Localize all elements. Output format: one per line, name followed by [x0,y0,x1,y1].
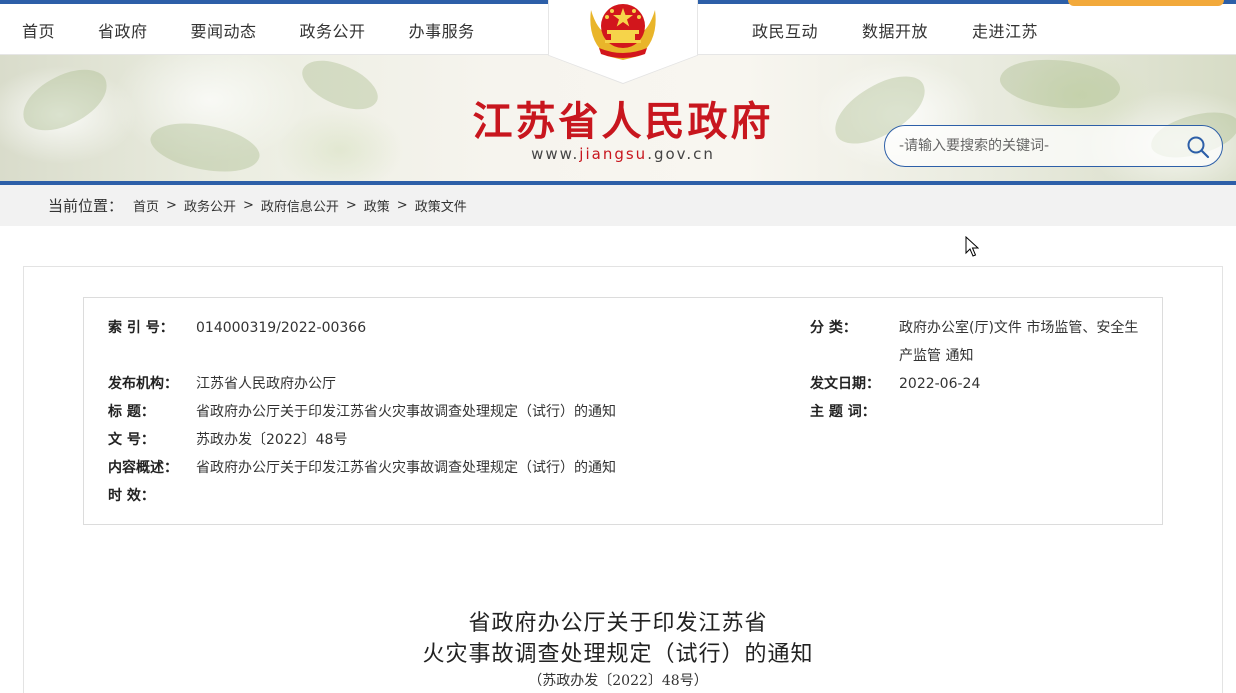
document-title-line-1: 省政府办公厅关于印发江苏省 [468,611,768,636]
site-url: www.jiangsu.gov.cn [0,145,1236,163]
nav-item-government-affairs[interactable]: 政务公开 [300,4,366,59]
meta-index-label: 索 引 号： [108,320,174,336]
breadcrumb-item-policy[interactable]: 政策 [364,196,390,215]
site-title[interactable]: 江苏省人民政府 [0,89,1236,147]
meta-row-docno: 文 号： 苏政办发〔2022〕48号 [108,426,347,454]
nav-item-open-data[interactable]: 数据开放 [862,4,928,59]
nav-item-services[interactable]: 办事服务 [409,4,475,59]
breadcrumb-item-info-disclosure[interactable]: 政府信息公开 [261,196,339,215]
site-url-prefix: www. [531,145,580,163]
meta-docno-label: 文 号： [108,432,155,448]
meta-index-value: 014000319/2022-00366 [196,320,367,336]
meta-docno-value: 苏政办发〔2022〕48号 [196,432,348,448]
breadcrumb-item-government-affairs[interactable]: 政务公开 [184,196,236,215]
meta-row-summary: 内容概述： 省政府办公厅关于印发江苏省火灾事故调查处理规定（试行）的通知 [108,454,616,482]
nav-item-interaction[interactable]: 政民互动 [752,4,818,59]
breadcrumb-separator: > [242,198,254,213]
meta-row-keywords: 主 题 词： [810,398,899,426]
breadcrumb-item-home[interactable]: 首页 [133,196,159,215]
breadcrumb-separator: > [345,198,357,213]
breadcrumb: 当前位置： 首页 > 政务公开 > 政府信息公开 > 政策 > 政策文件 [48,185,467,226]
meta-date-value: 2022-06-24 [899,376,981,392]
site-url-suffix: .gov.cn [647,145,715,163]
breadcrumb-bar: 当前位置： 首页 > 政务公开 > 政府信息公开 > 政策 > 政策文件 [0,185,1236,226]
site-url-domain: jiangsu [579,145,648,163]
mouse-cursor-icon [965,236,979,257]
nav-item-news[interactable]: 要闻动态 [191,4,257,59]
meta-validity-label: 时 效： [108,488,155,504]
meta-summary-label: 内容概述： [108,460,178,476]
nav-item-about-jiangsu[interactable]: 走进江苏 [972,4,1038,59]
meta-publisher-label: 发布机构： [108,376,178,392]
meta-category-value: 政府办公室(厅)文件 市场监管、安全生产监管 通知 [899,320,1139,364]
meta-row-publisher: 发布机构： 江苏省人民政府办公厅 [108,370,336,398]
meta-keywords-label: 主 题 词： [810,404,876,420]
breadcrumb-item-policy-documents[interactable]: 政策文件 [415,196,467,215]
meta-title-value: 省政府办公厅关于印发江苏省火灾事故调查处理规定（试行）的通知 [196,404,616,420]
meta-row-index: 索 引 号： 014000319/2022-00366 [108,314,366,342]
nav-left: 首页 省政府 要闻动态 政务公开 办事服务 [22,4,518,59]
document-title-line-2: 火灾事故调查处理规定（试行）的通知 [422,642,814,667]
meta-category-label: 分 类： [810,320,857,336]
meta-date-label: 发文日期： [810,376,880,392]
meta-row-date: 发文日期： 2022-06-24 [810,370,980,398]
nav-right: 政民互动 数据开放 走进江苏 [752,4,1082,59]
meta-row-validity: 时 效： [108,482,196,510]
breadcrumb-separator: > [166,198,177,213]
meta-title-label: 标 题： [108,404,155,420]
breadcrumb-label: 当前位置： [48,197,124,215]
meta-row-title: 标 题： 省政府办公厅关于印发江苏省火灾事故调查处理规定（试行）的通知 [108,398,616,426]
top-accent-tab[interactable] [1068,0,1224,6]
breadcrumb-separator: > [396,198,408,213]
meta-summary-value: 省政府办公厅关于印发江苏省火灾事故调查处理规定（试行）的通知 [196,460,616,476]
document-number: （苏政办发〔2022〕48号） [528,673,708,689]
meta-row-category: 分 类： 政府办公室(厅)文件 市场监管、安全生产监管 通知 [810,314,1144,370]
nav-item-home[interactable]: 首页 [22,4,55,59]
national-emblem-icon[interactable] [583,0,663,62]
meta-publisher-value: 江苏省人民政府办公厅 [196,376,336,392]
nav-item-province-government[interactable]: 省政府 [98,4,148,59]
